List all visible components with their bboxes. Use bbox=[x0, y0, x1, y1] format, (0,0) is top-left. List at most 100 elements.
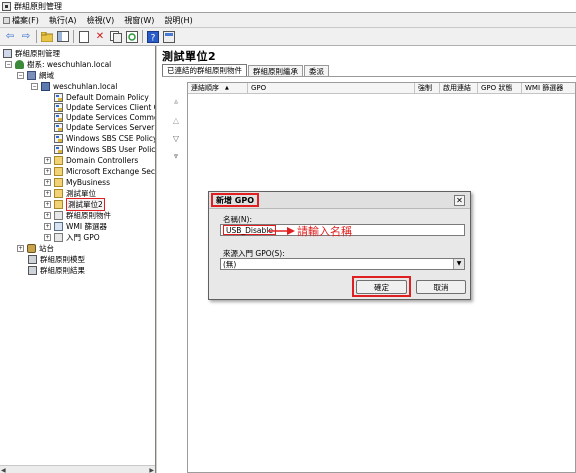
menu-help[interactable]: 說明(H) bbox=[159, 13, 197, 27]
tab-inheritance[interactable]: 群組原則繼承 bbox=[248, 65, 303, 76]
tree-gpo-label: Default Domain Policy bbox=[66, 92, 149, 102]
tree-domain[interactable]: − weschuhlan.local bbox=[31, 81, 117, 91]
toolbar-separator bbox=[36, 30, 37, 43]
close-icon[interactable]: ✕ bbox=[454, 195, 465, 206]
tree-gpo-link[interactable]: Windows SBS CSE Policy bbox=[54, 133, 156, 143]
tree-ou[interactable]: + MyBusiness bbox=[44, 177, 110, 187]
expand-icon[interactable]: + bbox=[44, 233, 51, 241]
tree-domains[interactable]: − 網域 bbox=[17, 70, 54, 80]
tree-modeling-label: 群組原則模型 bbox=[40, 254, 85, 264]
source-starter-gpo-value: (無) bbox=[223, 259, 237, 269]
column-link-enabled[interactable]: 啟用連結 bbox=[440, 83, 478, 93]
column-enforced[interactable]: 強制 bbox=[415, 83, 440, 93]
copy-icon[interactable] bbox=[109, 30, 123, 44]
sites-icon bbox=[27, 243, 36, 253]
delete-icon[interactable]: ✕ bbox=[93, 30, 107, 44]
collapse-icon[interactable]: − bbox=[5, 60, 12, 68]
horizontal-scrollbar[interactable]: ◀ ▶ bbox=[0, 465, 155, 473]
console-tree[interactable]: 群組原則管理 − 樹系: weschuhlan.local − 網域 − wes… bbox=[0, 46, 156, 473]
app-icon bbox=[2, 1, 11, 11]
help-icon[interactable]: ? bbox=[146, 30, 160, 44]
column-gpo[interactable]: GPO bbox=[248, 83, 415, 93]
toolbar-separator bbox=[73, 30, 74, 43]
expand-icon[interactable]: + bbox=[17, 244, 24, 252]
order-controls: ⩓ △ ▽ ⩔ bbox=[170, 93, 182, 165]
tree-gpo-label: Windows SBS CSE Policy bbox=[66, 133, 156, 143]
menu-action[interactable]: 執行(A) bbox=[44, 13, 82, 27]
tree-gpo-link[interactable]: Default Domain Policy bbox=[54, 92, 149, 102]
show-hide-tree-icon[interactable] bbox=[56, 30, 70, 44]
move-bottom-icon[interactable]: ⩔ bbox=[174, 147, 179, 165]
tree-starter-gpos[interactable]: + 入門 GPO bbox=[44, 232, 100, 242]
move-top-icon[interactable]: ⩓ bbox=[174, 93, 179, 111]
gpo-link-icon bbox=[54, 112, 63, 122]
expand-icon[interactable]: + bbox=[44, 156, 51, 164]
tree-wmi-filters-label: WMI 篩選器 bbox=[66, 221, 107, 231]
expand-icon[interactable]: + bbox=[44, 167, 51, 175]
chevron-down-icon[interactable]: ▼ bbox=[453, 259, 464, 269]
tab-linked-gpos[interactable]: 已連結的群組原則物件 bbox=[162, 64, 247, 76]
forward-icon[interactable]: ⇨ bbox=[19, 30, 33, 44]
tree-ou[interactable]: + Microsoft Exchange Securit bbox=[44, 166, 155, 176]
collapse-icon[interactable]: − bbox=[31, 82, 38, 90]
properties-icon[interactable] bbox=[77, 30, 91, 44]
domain-icon bbox=[41, 81, 50, 91]
gpo-container-icon bbox=[54, 210, 63, 220]
tree-sites[interactable]: + 站台 bbox=[17, 243, 54, 253]
scroll-left-icon[interactable]: ◀ bbox=[1, 467, 6, 473]
menu-view[interactable]: 檢視(V) bbox=[82, 13, 120, 27]
menu-file-label: 檔案(F) bbox=[12, 15, 39, 25]
expand-icon[interactable]: + bbox=[44, 189, 51, 197]
tree-forest-label: 樹系: weschuhlan.local bbox=[27, 59, 112, 69]
tree-gpo-link[interactable]: Update Services Common S bbox=[54, 112, 155, 122]
tree-root[interactable]: 群組原則管理 bbox=[3, 48, 60, 58]
ok-button[interactable]: 確定 bbox=[356, 280, 407, 294]
cancel-button[interactable]: 取消 bbox=[416, 280, 466, 294]
domains-icon bbox=[27, 70, 36, 80]
tree-gpo-label: Update Services Common S bbox=[66, 112, 155, 122]
menu-help-label: 說明(H) bbox=[164, 15, 193, 25]
tree-gpo-link[interactable]: Windows SBS User Policy bbox=[54, 144, 156, 154]
expand-icon[interactable]: + bbox=[44, 211, 51, 219]
tree-gpo-link[interactable]: Update Services Client Com bbox=[54, 102, 155, 112]
tree-gpo-label: Update Services Client Com bbox=[66, 102, 155, 112]
back-icon[interactable]: ⇦ bbox=[3, 30, 17, 44]
toolbar-separator bbox=[142, 30, 143, 43]
tree-ou-label: Domain Controllers bbox=[66, 155, 139, 165]
menu-window[interactable]: 視窗(W) bbox=[119, 13, 159, 27]
tree-ou-selected[interactable]: + 測試單位2 bbox=[44, 197, 105, 211]
tree-ou[interactable]: + Domain Controllers bbox=[44, 155, 138, 165]
column-wmi-filter[interactable]: WMI 篩選器 bbox=[522, 83, 575, 93]
menu-file[interactable]: 檔案(F) bbox=[2, 13, 44, 27]
tree-ou-label: MyBusiness bbox=[66, 177, 110, 187]
tree-gpo-label: Windows SBS User Policy bbox=[66, 144, 156, 154]
column-gpo-status[interactable]: GPO 狀態 bbox=[478, 83, 522, 93]
refresh-icon[interactable] bbox=[125, 30, 139, 44]
menu-action-label: 執行(A) bbox=[48, 15, 77, 25]
tree-gp-objects-label: 群組原則物件 bbox=[66, 210, 111, 220]
up-folder-icon[interactable] bbox=[40, 30, 54, 44]
tree-results[interactable]: 群組原則結果 bbox=[28, 265, 85, 275]
expand-icon[interactable]: + bbox=[44, 178, 51, 186]
scroll-right-icon[interactable]: ▶ bbox=[149, 467, 154, 473]
tree-gp-objects[interactable]: + 群組原則物件 bbox=[44, 210, 111, 220]
tree-ou[interactable]: + 測試單位 bbox=[44, 188, 96, 198]
column-link-order[interactable]: 連結順序 ▲ bbox=[188, 83, 248, 93]
move-up-icon[interactable]: △ bbox=[173, 111, 179, 129]
move-down-icon[interactable]: ▽ bbox=[173, 129, 179, 147]
dialog-titlebar: 新增 GPO ✕ bbox=[209, 192, 470, 209]
source-starter-gpo-select[interactable]: (無) ▼ bbox=[220, 258, 465, 270]
expand-icon[interactable]: + bbox=[44, 200, 51, 208]
collapse-icon[interactable]: − bbox=[17, 71, 24, 79]
expand-icon[interactable]: + bbox=[44, 222, 51, 230]
annotation-text: 請輸入名稱 bbox=[297, 225, 352, 238]
mmc-icon[interactable] bbox=[162, 30, 176, 44]
tab-delegation[interactable]: 委派 bbox=[304, 65, 329, 76]
gpo-link-icon bbox=[54, 133, 63, 143]
tree-gpo-link[interactable]: Update Services Server Con bbox=[54, 122, 155, 132]
ou-icon bbox=[54, 155, 63, 165]
tree-wmi-filters[interactable]: + WMI 篩選器 bbox=[44, 221, 107, 231]
tree-modeling[interactable]: 群組原則模型 bbox=[28, 254, 85, 264]
tree-forest[interactable]: − 樹系: weschuhlan.local bbox=[5, 59, 111, 69]
menubar: 檔案(F) 執行(A) 檢視(V) 視窗(W) 說明(H) bbox=[0, 13, 576, 28]
